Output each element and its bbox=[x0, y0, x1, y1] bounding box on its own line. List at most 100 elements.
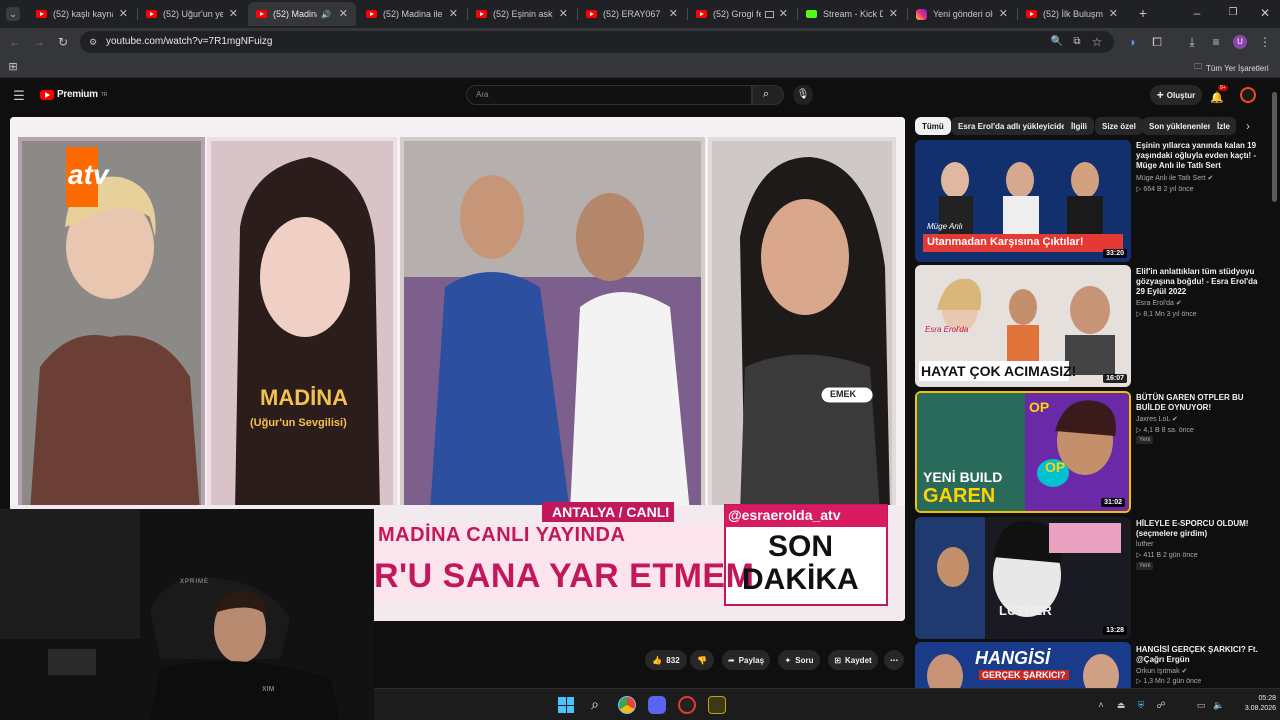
browser-toolbar: ← → ↻ ⚙ youtube.com/watch?v=7R1mgNFuizg … bbox=[0, 28, 1280, 56]
rec-thumbnail[interactable]: OP OP YENİ BUILD GAREN 31:02 bbox=[915, 391, 1131, 513]
chrome-taskbar-icon[interactable] bbox=[618, 696, 636, 714]
back-icon[interactable]: ← bbox=[8, 35, 22, 49]
close-window-icon[interactable]: ✕ bbox=[1258, 6, 1272, 20]
reload-icon[interactable]: ↻ bbox=[56, 35, 70, 49]
browser-tab-10[interactable]: (52) İlk Buluşma ✕ bbox=[1018, 2, 1126, 26]
chips-next-icon[interactable]: › bbox=[1241, 119, 1255, 133]
rec-thumbnail[interactable]: Esra Erol'da HAYAT ÇOK ACIMASIZ! 16:07 bbox=[915, 265, 1131, 387]
bookmarks-bar: ⊞ 🗀 Tüm Yer İşaretleri bbox=[0, 56, 1280, 78]
close-tab-icon[interactable]: ✕ bbox=[669, 7, 678, 20]
minimize-icon[interactable]: – bbox=[1190, 6, 1204, 20]
apps-grid-icon[interactable]: ⊞ bbox=[6, 60, 20, 74]
save-button[interactable]: ⊞ Kaydet bbox=[828, 650, 878, 670]
tray-app-icon[interactable]: ☍ bbox=[1154, 698, 1168, 712]
voice-search-button[interactable]: 🎙 bbox=[793, 85, 813, 105]
hamburger-menu-icon[interactable]: ☰ bbox=[12, 89, 26, 103]
rec-title[interactable]: BÜTÜN GAREN OTPLER BU BUİLDE OYNUYOR! bbox=[1136, 393, 1266, 413]
rec-title[interactable]: Elif'in anlattıkları tüm stüdyoyu gözyaş… bbox=[1136, 267, 1266, 297]
zoom-icon[interactable]: 🔍 bbox=[1050, 35, 1064, 49]
chip-recent[interactable]: Son yüklenenler bbox=[1142, 117, 1218, 135]
search-input[interactable]: Ara bbox=[466, 85, 752, 105]
browser-tab-6[interactable]: (52) ERAY067 & N✕ bbox=[578, 2, 686, 26]
chip-from-uploader[interactable]: Esra Erol'da adlı yükleyiciden bbox=[951, 117, 1078, 135]
rec-thumbnail[interactable]: HANGİSİ GERÇEK ŞARKICI? bbox=[915, 642, 1131, 688]
rec-thumb-caption: LUTHER bbox=[999, 603, 1052, 618]
rec-channel[interactable]: Esra Erol'da ✔ bbox=[1136, 299, 1182, 307]
browser-tab-7[interactable]: (52) Grogi fea✕ bbox=[688, 2, 796, 26]
headset-brand: XPRIME bbox=[180, 579, 210, 585]
share-button[interactable]: ➦ Paylaş bbox=[722, 650, 770, 670]
profile-avatar[interactable]: U bbox=[1233, 35, 1247, 49]
extension-icon[interactable]: ◗ bbox=[1126, 35, 1140, 49]
tab-search-icon[interactable]: ⌄ bbox=[6, 7, 20, 21]
clock[interactable]: 05:28 3.08.2026 bbox=[1234, 694, 1276, 714]
defender-icon[interactable]: ⛨ bbox=[1134, 698, 1148, 712]
extensions-puzzle-icon[interactable]: ⧠ bbox=[1150, 35, 1164, 49]
discord-taskbar-icon[interactable] bbox=[648, 696, 666, 714]
mic-tag: EMEK bbox=[830, 389, 857, 399]
youtube-premium-logo[interactable]: Premium TR bbox=[40, 89, 107, 100]
network-icon[interactable]: ▭ bbox=[1194, 698, 1208, 712]
site-info-icon[interactable]: ⚙ bbox=[86, 35, 100, 49]
app-taskbar-icon-2[interactable] bbox=[708, 696, 726, 714]
rec-channel[interactable]: Orkun Işıtmak ✔ bbox=[1136, 667, 1187, 675]
rec-title[interactable]: HİLEYLE E-SPORCU OLDUM! (seçmelere girdi… bbox=[1136, 519, 1266, 539]
chip-for-you[interactable]: Size özel bbox=[1095, 117, 1143, 135]
more-actions-button[interactable]: ⋯ bbox=[884, 650, 904, 670]
rec-duration: 33:20 bbox=[1103, 249, 1127, 258]
downloads-icon[interactable]: ⤓ bbox=[1185, 35, 1199, 49]
browser-tab-4[interactable]: (52) Madina ile ne✕ bbox=[358, 2, 466, 26]
rec-meta: ▷ 4,1 B 8 sa. önce bbox=[1136, 427, 1194, 434]
media-control-icon[interactable]: ≡ bbox=[1209, 35, 1223, 49]
breaking-news-line2: DAKİKA bbox=[742, 563, 859, 596]
close-tab-icon[interactable]: ✕ bbox=[889, 7, 898, 20]
browser-tab-1[interactable]: (52) kaşlı kaynana✕ bbox=[28, 2, 136, 26]
app-taskbar-icon[interactable] bbox=[678, 696, 696, 714]
all-bookmarks-folder[interactable]: 🗀 Tüm Yer İşaretleri bbox=[1194, 61, 1269, 75]
rec-channel[interactable]: Müge Anlı ile Tatlı Sert ✔ bbox=[1136, 174, 1213, 182]
search-button[interactable]: ⌕ bbox=[752, 85, 784, 105]
page-scrollbar[interactable] bbox=[1272, 92, 1277, 202]
address-bar[interactable]: ⚙ youtube.com/watch?v=7R1mgNFuizg 🔍 ⧉ ☆ bbox=[80, 31, 1114, 53]
close-tab-icon[interactable]: ✕ bbox=[229, 7, 238, 20]
usb-icon[interactable]: ⏏ bbox=[1114, 698, 1128, 712]
close-tab-icon[interactable]: ✕ bbox=[559, 7, 568, 20]
new-tab-icon[interactable]: + bbox=[1136, 6, 1150, 20]
rec-thumbnail[interactable]: Müge Anlı Utanmadan Karşısına Çıktılar! … bbox=[915, 140, 1131, 262]
show-hidden-icons[interactable]: ˄ bbox=[1094, 698, 1108, 712]
chrome-menu-icon[interactable]: ⋮ bbox=[1258, 35, 1272, 49]
notifications-button[interactable]: 🔔 9+ bbox=[1210, 85, 1228, 104]
like-button[interactable]: 👍 832 bbox=[645, 650, 687, 670]
close-tab-icon[interactable]: ✕ bbox=[779, 7, 788, 20]
create-button[interactable]: + Oluştur bbox=[1150, 85, 1202, 105]
browser-tab-8[interactable]: Stream - Kick Das✕ bbox=[798, 2, 906, 26]
windows-search-icon[interactable]: ⌕ bbox=[588, 697, 602, 711]
chip-all[interactable]: Tümü bbox=[915, 117, 951, 135]
install-app-icon[interactable]: ⧉ bbox=[1070, 35, 1084, 49]
volume-icon[interactable]: 🔈 bbox=[1212, 698, 1226, 712]
rec-channel[interactable]: luther bbox=[1136, 541, 1154, 548]
close-tab-icon[interactable]: ✕ bbox=[119, 7, 128, 20]
browser-tab-9[interactable]: Yeni gönderi oluş✕ bbox=[908, 2, 1016, 26]
maximize-icon[interactable]: ❐ bbox=[1226, 6, 1240, 20]
rec-title[interactable]: HANGİSİ GERÇEK ŞARKICI? Ft. @Çağrı Ergün bbox=[1136, 645, 1266, 665]
audio-playing-icon[interactable]: 🔊 bbox=[321, 10, 331, 19]
browser-tab-3-active[interactable]: (52) Madina c🔊✕ bbox=[248, 2, 356, 26]
browser-tab-5[interactable]: (52) Eşinin askerli✕ bbox=[468, 2, 576, 26]
dislike-button[interactable]: 👎 bbox=[690, 650, 714, 670]
close-tab-icon[interactable]: ✕ bbox=[339, 7, 348, 20]
start-button[interactable] bbox=[558, 697, 574, 713]
close-tab-icon[interactable]: ✕ bbox=[1109, 7, 1118, 20]
forward-icon[interactable]: → bbox=[32, 35, 46, 49]
rec-thumbnail[interactable]: LUTHER 13:28 bbox=[915, 517, 1131, 639]
channel-avatar[interactable] bbox=[1240, 87, 1256, 103]
close-tab-icon[interactable]: ✕ bbox=[999, 7, 1008, 20]
chip-related[interactable]: İlgili bbox=[1064, 117, 1094, 135]
rec-title[interactable]: Eşinin yıllarca yanında kalan 19 yaşında… bbox=[1136, 141, 1266, 171]
chip-watched[interactable]: İzle bbox=[1210, 117, 1236, 135]
rec-channel[interactable]: Jaxres LoL ✔ bbox=[1136, 415, 1178, 423]
close-tab-icon[interactable]: ✕ bbox=[449, 7, 458, 20]
browser-tab-2[interactable]: (52) Uğur'un yeni✕ bbox=[138, 2, 246, 26]
ask-button[interactable]: ✦ Soru bbox=[778, 650, 820, 670]
bookmark-star-icon[interactable]: ☆ bbox=[1090, 35, 1104, 49]
